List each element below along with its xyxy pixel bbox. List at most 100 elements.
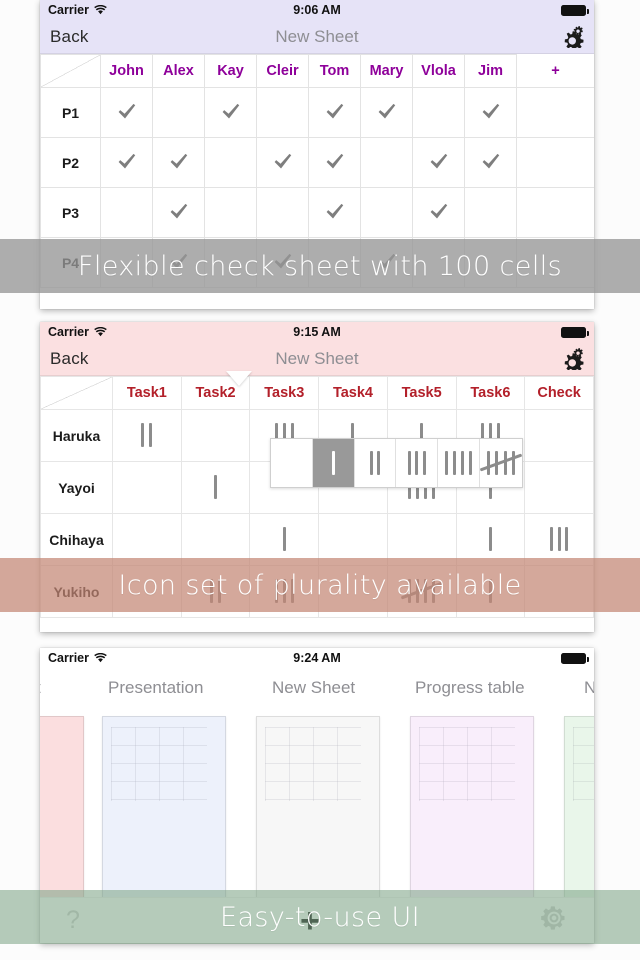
column-header[interactable]: Task4 [318,376,388,410]
tally-marks [212,474,220,500]
settings-button[interactable] [558,347,584,370]
check-cell[interactable] [256,137,309,188]
checkmark-icon [170,153,188,168]
check-cell[interactable] [256,87,309,138]
gallery-title[interactable]: Presentation [108,678,203,698]
column-header[interactable]: Task5 [386,376,457,410]
tally-option-5[interactable] [479,439,523,487]
tally-cell[interactable] [180,409,251,462]
check-cell[interactable] [100,187,153,238]
column-header[interactable]: Check [524,376,594,410]
card-partial-left[interactable] [40,716,84,918]
carrier-label: Carrier [48,325,89,339]
tally-cell[interactable] [180,461,251,514]
battery-full-icon [561,4,589,16]
check-cell[interactable] [204,187,257,238]
tally-marks [329,450,337,476]
checkmark-icon [118,153,136,168]
add-column-button[interactable]: + [516,54,594,88]
back-button[interactable]: Back [50,27,89,47]
card-partial-right[interactable] [564,716,594,918]
gallery-title[interactable]: t [40,678,41,698]
row-header[interactable]: P1 [40,87,101,138]
back-button[interactable]: Back [50,349,89,369]
tally-cell[interactable] [112,461,182,514]
check-cell[interactable] [100,137,153,188]
column-header[interactable]: Alex [152,54,205,88]
check-cell[interactable] [100,87,153,138]
check-cell[interactable] [308,137,361,188]
status-left: Carrier [48,3,107,17]
tally-cell[interactable] [112,409,182,462]
check-cell[interactable] [204,137,257,188]
tally-marks [139,422,155,448]
column-header[interactable]: Jim [464,54,517,88]
card-new-sheet[interactable] [256,716,380,918]
row-header[interactable]: P3 [40,187,101,238]
column-header[interactable]: Task3 [249,376,320,410]
check-cell[interactable] [412,137,465,188]
column-header[interactable]: Task6 [455,376,526,410]
tally-option-4[interactable] [438,439,480,487]
carrier-label: Carrier [48,3,89,17]
column-header[interactable]: Tom [308,54,361,88]
column-header[interactable]: Mary [360,54,413,88]
tally-cell[interactable] [524,409,594,462]
corner-cell [40,376,113,410]
gallery-title[interactable]: New Sheet [272,678,355,698]
check-cell[interactable] [464,87,517,138]
gears-icon [564,25,584,48]
wifi-icon [94,5,107,15]
check-cell[interactable] [152,187,205,238]
table-header-row: John Alex Kay Cleir Tom Mary Vlola Jim + [40,54,594,88]
column-header[interactable]: Task1 [112,376,182,410]
check-cell[interactable] [360,137,413,188]
status-time: 9:24 AM [293,651,341,665]
check-cell[interactable] [464,137,517,188]
tally-option-3[interactable] [396,439,439,487]
checkmark-icon [118,103,136,118]
nav-bar: Back New Sheet [40,342,594,376]
table-row[interactable]: P1 [40,87,594,138]
check-cell[interactable] [464,187,517,238]
tally-option-0[interactable] [271,439,313,487]
empty-cell [516,87,594,138]
checkmark-icon [378,103,396,118]
card-progress-table[interactable] [410,716,534,918]
card-presentation[interactable] [102,716,226,918]
tally-option-1[interactable] [312,439,355,487]
tally-marks [280,526,288,552]
check-cell[interactable] [256,187,309,238]
gallery-title[interactable]: N [584,678,594,698]
tally-picker-popover[interactable] [270,438,523,488]
card-grid-thumbnail [419,727,515,801]
column-header[interactable]: Vlola [412,54,465,88]
row-header[interactable]: Yayoi [40,461,113,514]
empty-cell [516,137,594,188]
tally-cell[interactable] [524,461,594,514]
row-header[interactable]: P2 [40,137,101,188]
check-cell[interactable] [412,187,465,238]
check-cell[interactable] [152,87,205,138]
status-right [561,652,589,664]
gallery-title[interactable]: Progress table [415,678,525,698]
check-cell[interactable] [308,187,361,238]
check-cell[interactable] [412,87,465,138]
gallery-cards[interactable] [40,708,594,918]
column-header[interactable]: Cleir [256,54,309,88]
check-cell[interactable] [204,87,257,138]
status-bar: Carrier 9:24 AM [40,648,594,668]
row-header[interactable]: Haruka [40,409,113,462]
check-cell[interactable] [360,187,413,238]
check-cell[interactable] [308,87,361,138]
column-header[interactable]: Kay [204,54,257,88]
settings-button[interactable] [558,25,584,48]
tally-marks [405,450,428,476]
column-header[interactable]: John [100,54,153,88]
tally-option-2[interactable] [355,439,397,487]
check-cell[interactable] [360,87,413,138]
checkmark-icon [170,203,188,218]
check-cell[interactable] [152,137,205,188]
table-row[interactable]: P3 [40,187,594,238]
table-row[interactable]: P2 [40,137,594,188]
